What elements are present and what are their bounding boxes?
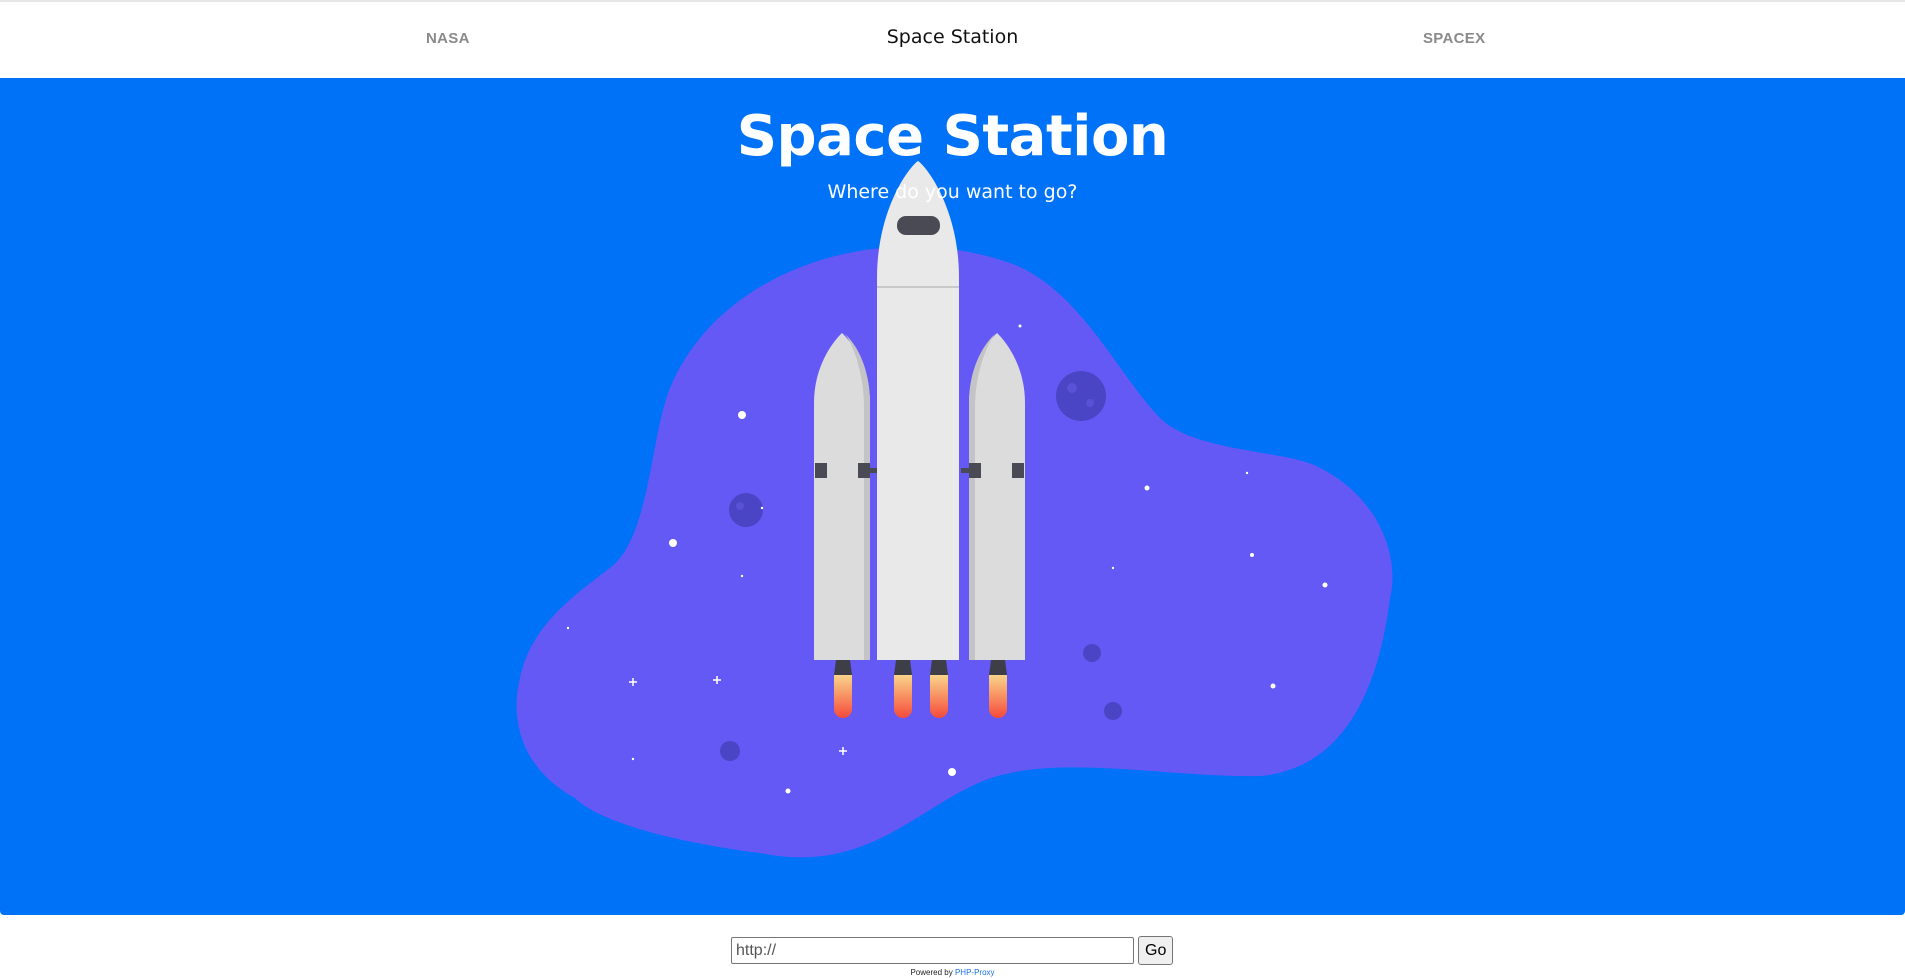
hero-subtitle: Where do you want to go?	[827, 181, 1078, 203]
planet-small-1	[1083, 644, 1101, 662]
hero-title: Space Station	[736, 104, 1169, 169]
planet-large	[1056, 371, 1106, 421]
nav-link-nasa[interactable]: NASA	[426, 30, 470, 47]
main-rocket	[877, 161, 959, 660]
nav-link-spacex[interactable]: SPACEX	[1423, 30, 1485, 47]
planet-small-3	[720, 741, 740, 761]
hero-section: Space Station Where do you want to go?	[0, 78, 1905, 915]
nav-brand-wrapper: Space Station	[0, 26, 1905, 48]
powered-by-text: Powered by	[910, 968, 953, 977]
proxy-url-form: Go	[731, 936, 1174, 965]
rocket-illustration	[516, 161, 1393, 858]
powered-by: Powered by PHP-Proxy	[0, 968, 1905, 977]
go-button[interactable]: Go	[1138, 936, 1174, 965]
url-input[interactable]	[731, 937, 1134, 964]
proxy-footer: Go Powered by PHP-Proxy	[0, 915, 1905, 978]
planet-small-2	[1104, 702, 1122, 720]
php-proxy-link[interactable]: PHP-Proxy	[955, 968, 995, 977]
planet-medium	[729, 493, 763, 527]
navbar: NASA Space Station SPACEX	[0, 2, 1905, 78]
page: NASA Space Station SPACEX Space Station …	[0, 0, 1905, 978]
nav-brand[interactable]: Space Station	[887, 26, 1019, 48]
